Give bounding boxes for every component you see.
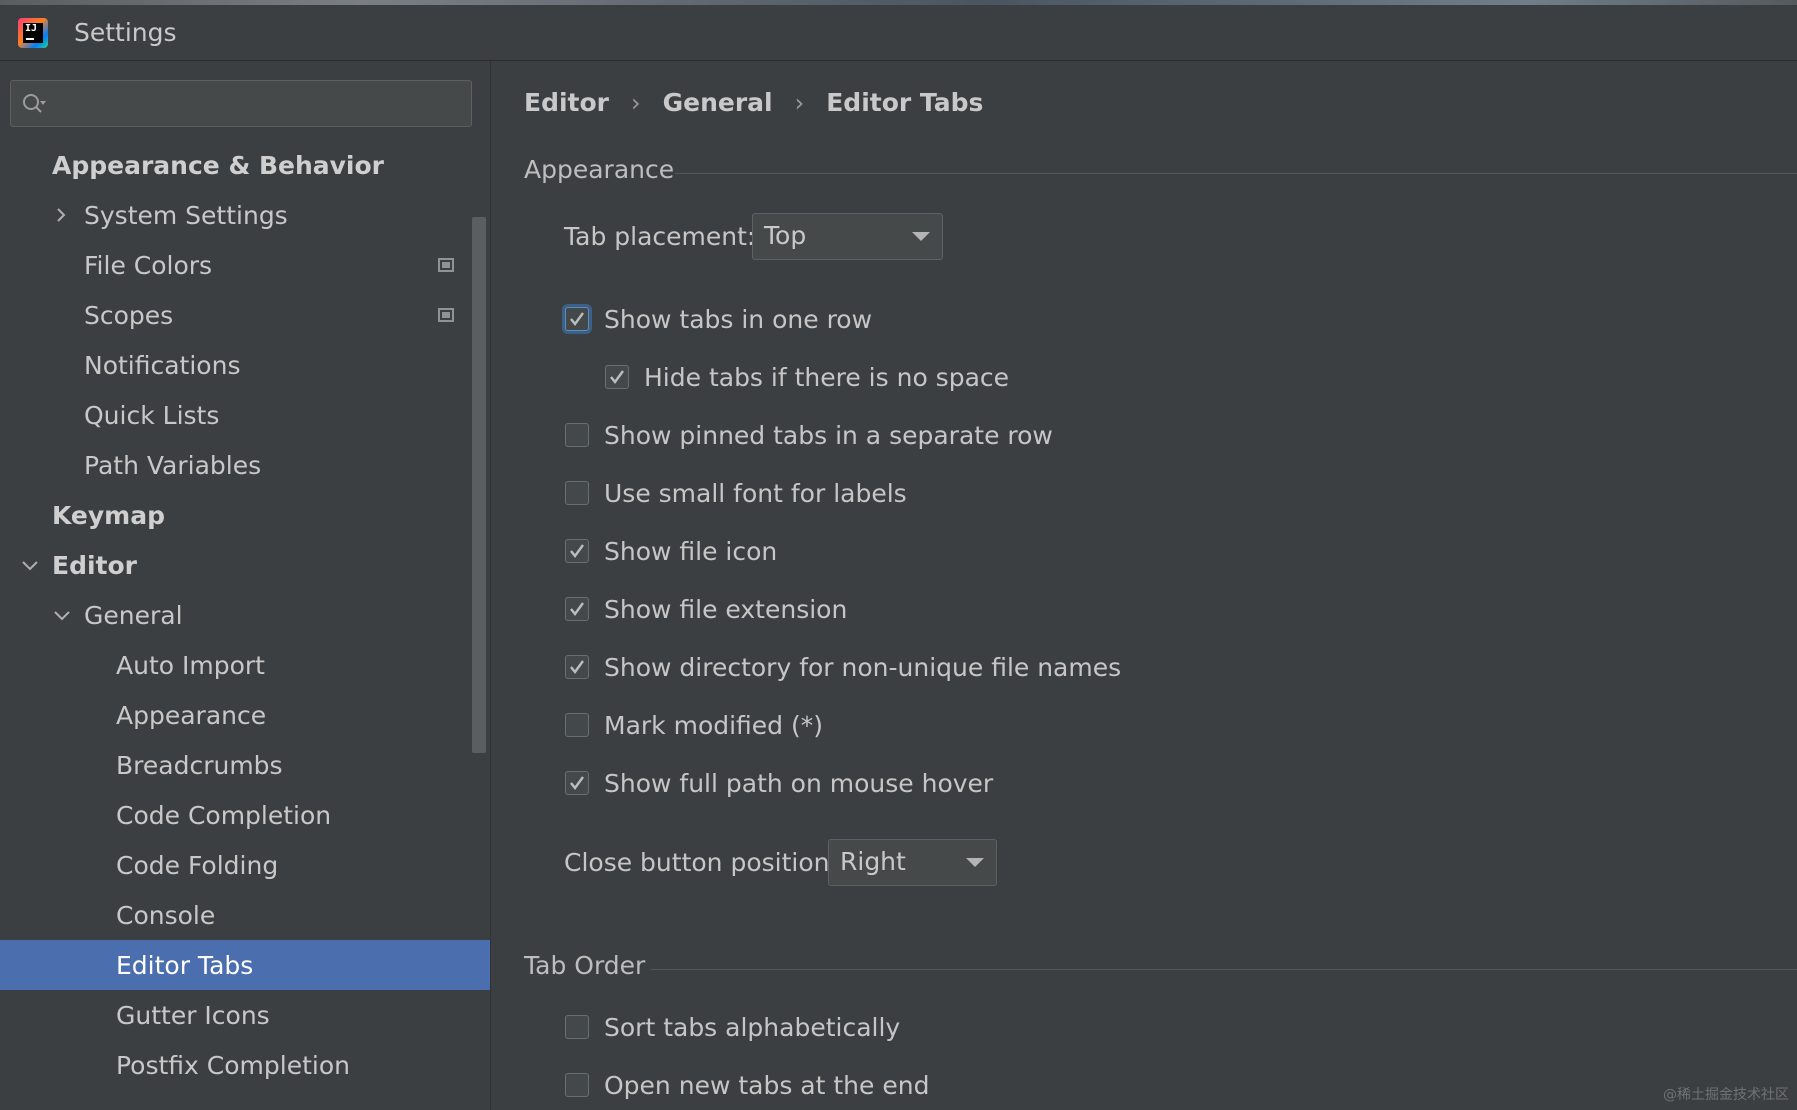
checkmark-icon xyxy=(610,370,624,384)
option-hide-tabs-no-space[interactable]: Hide tabs if there is no space xyxy=(604,357,1204,397)
sidebar-item-general[interactable]: General xyxy=(0,590,490,640)
sidebar-item-system-settings[interactable]: System Settings xyxy=(0,190,490,240)
breadcrumb-separator: › xyxy=(794,88,805,117)
chevron-down-icon[interactable] xyxy=(21,556,39,574)
section-divider xyxy=(651,969,1797,970)
dropdown-arrow-icon xyxy=(966,858,984,867)
section-title-tab-order: Tab Order xyxy=(524,951,646,980)
sidebar-item-postfix-completion[interactable]: Postfix Completion xyxy=(0,1040,490,1090)
checkbox-pinned-tabs-separate-row[interactable] xyxy=(565,423,589,447)
project-level-icon xyxy=(438,258,454,272)
checkbox-show-tabs-one-row[interactable] xyxy=(565,307,589,331)
checkmark-icon xyxy=(570,776,584,790)
checkbox-small-font-labels[interactable] xyxy=(565,481,589,505)
sidebar-item-path-variables[interactable]: Path Variables xyxy=(0,440,490,490)
dropdown-arrow-icon xyxy=(912,232,930,241)
checkbox-full-path-hover[interactable] xyxy=(565,771,589,795)
breadcrumb-editor[interactable]: Editor xyxy=(524,88,609,117)
checkbox-show-file-icon[interactable] xyxy=(565,539,589,563)
sidebar-item-file-colors[interactable]: File Colors xyxy=(0,240,490,290)
sidebar-item-breadcrumbs[interactable]: Breadcrumbs xyxy=(0,740,490,790)
section-title-appearance: Appearance xyxy=(524,155,675,184)
watermark: @稀土掘金技术社区 xyxy=(1663,1087,1789,1103)
tab-placement-dropdown[interactable]: Top xyxy=(752,213,943,260)
chevron-right-icon[interactable] xyxy=(52,206,70,224)
sidebar-item-quick-lists[interactable]: Quick Lists xyxy=(0,390,490,440)
sidebar-item-editor[interactable]: Editor xyxy=(0,540,490,590)
checkbox-sort-alphabetically[interactable] xyxy=(565,1015,589,1039)
checkbox-show-directory-non-unique[interactable] xyxy=(565,655,589,679)
settings-sidebar: Appearance & Behavior System Settings Fi… xyxy=(0,61,491,1110)
checkbox-open-new-tabs-end[interactable] xyxy=(565,1073,589,1097)
checkbox-hide-tabs-no-space[interactable] xyxy=(605,365,629,389)
title-bar: IJ Settings xyxy=(0,5,1797,61)
option-open-new-tabs-end[interactable]: Open new tabs at the end xyxy=(564,1065,1164,1105)
checkmark-icon xyxy=(570,660,584,674)
option-mark-modified[interactable]: Mark modified (*) xyxy=(564,705,1164,745)
sidebar-scrollbar[interactable] xyxy=(472,217,486,753)
checkmark-icon xyxy=(570,312,584,326)
option-small-font-labels[interactable]: Use small font for labels xyxy=(564,473,1164,513)
sidebar-item-appearance-behavior[interactable]: Appearance & Behavior xyxy=(0,140,490,190)
window-title: Settings xyxy=(74,18,177,47)
checkbox-show-file-extension[interactable] xyxy=(565,597,589,621)
settings-content: Editor › General › Editor Tabs Appearanc… xyxy=(491,61,1797,1110)
sidebar-item-notifications[interactable]: Notifications xyxy=(0,340,490,390)
sidebar-item-keymap[interactable]: Keymap xyxy=(0,490,490,540)
search-input[interactable] xyxy=(10,80,472,127)
breadcrumb: Editor › General › Editor Tabs xyxy=(524,88,983,117)
sidebar-item-scopes[interactable]: Scopes xyxy=(0,290,490,340)
option-show-file-extension[interactable]: Show file extension xyxy=(564,589,1164,629)
checkbox-mark-modified[interactable] xyxy=(565,713,589,737)
option-sort-alphabetically[interactable]: Sort tabs alphabetically xyxy=(564,1007,1164,1047)
sidebar-item-code-completion[interactable]: Code Completion xyxy=(0,790,490,840)
section-divider xyxy=(675,173,1797,174)
sidebar-item-console[interactable]: Console xyxy=(0,890,490,940)
breadcrumb-separator: › xyxy=(631,88,641,117)
sidebar-item-gutter-icons[interactable]: Gutter Icons xyxy=(0,990,490,1040)
option-show-tabs-one-row[interactable]: Show tabs in one row xyxy=(564,299,1164,339)
sidebar-item-auto-import[interactable]: Auto Import xyxy=(0,640,490,690)
option-pinned-tabs-separate-row[interactable]: Show pinned tabs in a separate row xyxy=(564,415,1164,455)
tab-placement-label: Tab placement: xyxy=(564,222,756,251)
checkmark-icon xyxy=(570,602,584,616)
option-full-path-hover[interactable]: Show full path on mouse hover xyxy=(564,763,1164,803)
chevron-down-icon[interactable] xyxy=(53,606,71,624)
search-icon[interactable] xyxy=(21,92,47,116)
project-level-icon xyxy=(438,308,454,322)
close-button-position-label: Close button position: xyxy=(564,848,838,877)
option-show-file-icon[interactable]: Show file icon xyxy=(564,531,1164,571)
sidebar-item-code-folding[interactable]: Code Folding xyxy=(0,840,490,890)
close-button-position-dropdown[interactable]: Right xyxy=(828,839,997,886)
option-show-directory-non-unique[interactable]: Show directory for non-unique file names xyxy=(564,647,1164,687)
intellij-logo-icon: IJ xyxy=(18,17,48,48)
sidebar-item-editor-tabs[interactable]: Editor Tabs xyxy=(0,940,490,990)
breadcrumb-general[interactable]: General xyxy=(663,88,773,117)
sidebar-item-appearance[interactable]: Appearance xyxy=(0,690,490,740)
checkmark-icon xyxy=(570,544,584,558)
breadcrumb-editor-tabs: Editor Tabs xyxy=(826,88,984,117)
